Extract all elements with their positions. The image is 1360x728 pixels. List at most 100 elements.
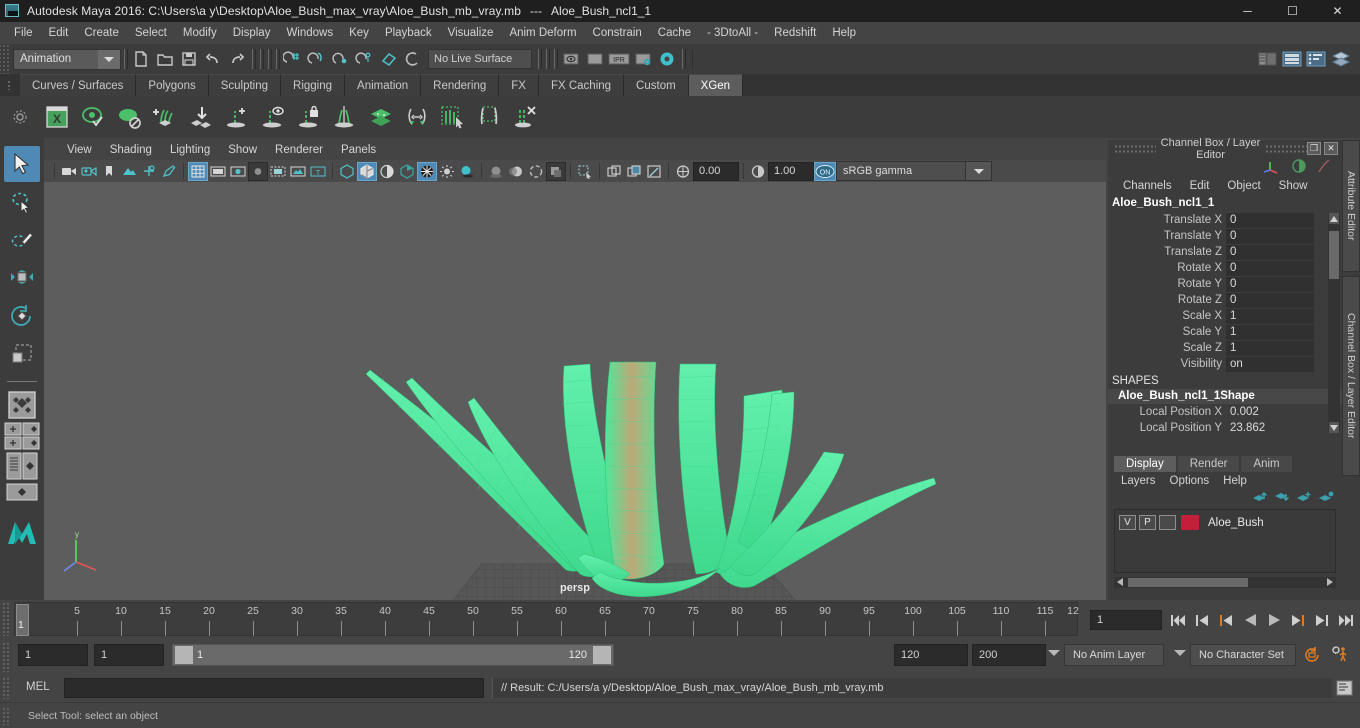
layer-shading-toggle[interactable] xyxy=(1159,515,1176,530)
channel-row-scale-x[interactable]: Scale X 1 xyxy=(1108,308,1342,324)
menu-3dtoall[interactable]: - 3DtoAll - xyxy=(699,25,766,41)
hscrollbar-thumb[interactable] xyxy=(1128,578,1248,587)
viewport-menu-panels[interactable]: Panels xyxy=(332,143,385,157)
toolbar-divider-1[interactable] xyxy=(121,48,129,70)
range-slider-grip[interactable] xyxy=(2,642,10,672)
make-live-icon[interactable] xyxy=(401,47,425,71)
xgen-preview-icon[interactable] xyxy=(76,100,110,134)
gamma-icon[interactable] xyxy=(748,162,768,181)
xgen-delete-guide-icon[interactable] xyxy=(508,100,542,134)
shelf-tab-custom[interactable]: Custom xyxy=(624,74,689,96)
layer-list-horizontal-scrollbar[interactable] xyxy=(1114,577,1336,588)
auto-keyframe-icon[interactable] xyxy=(1302,645,1322,668)
2d-pan-zoom-icon[interactable] xyxy=(139,162,159,181)
menu-playback[interactable]: Playback xyxy=(377,25,440,41)
menu-display[interactable]: Display xyxy=(225,25,279,41)
toolbar-divider-9[interactable] xyxy=(679,48,687,70)
close-panel-icon[interactable]: ✕ xyxy=(1324,142,1338,155)
channel-row-rotate-x[interactable]: Rotate X 0 xyxy=(1108,260,1342,276)
menu-select[interactable]: Select xyxy=(127,25,175,41)
save-scene-icon[interactable] xyxy=(177,47,201,71)
screen-space-ao-icon[interactable] xyxy=(486,162,506,181)
character-set-selector[interactable]: No Character Set xyxy=(1190,644,1296,666)
range-slider-right-handle[interactable] xyxy=(593,646,611,664)
attr-value[interactable]: 1 xyxy=(1226,340,1314,356)
channel-row-translate-x[interactable]: Translate X 0 xyxy=(1108,212,1342,228)
time-slider-grip[interactable] xyxy=(2,602,10,636)
layer-color-swatch[interactable] xyxy=(1181,515,1199,530)
range-end-time-field[interactable]: 120 xyxy=(894,644,968,666)
outliner-persp-layout[interactable] xyxy=(3,452,41,480)
gamma-value[interactable]: 1.00 xyxy=(768,161,814,181)
toolbar-divider-8[interactable] xyxy=(551,48,559,70)
select-tool[interactable] xyxy=(4,146,40,182)
script-editor-icon[interactable] xyxy=(1334,678,1354,698)
channels-menu[interactable]: Channels xyxy=(1116,179,1179,193)
channel-row-translate-z[interactable]: Translate Z 0 xyxy=(1108,244,1342,260)
attr-value[interactable]: 0 xyxy=(1226,260,1314,276)
xray-joints-icon[interactable] xyxy=(604,162,624,181)
toolbar-divider-2[interactable] xyxy=(249,48,257,70)
channel-row-local-position-x[interactable]: Local Position X 0.002 xyxy=(1108,404,1342,420)
viewport-menu-show[interactable]: Show xyxy=(219,143,266,157)
create-layer-from-selected-icon[interactable] xyxy=(1318,490,1334,507)
step-forward-frame-icon[interactable] xyxy=(1288,610,1308,630)
scroll-right-arrow-icon[interactable] xyxy=(1325,577,1334,590)
scroll-down-arrow-icon[interactable] xyxy=(1329,422,1339,433)
exposure-value[interactable]: 0.00 xyxy=(693,161,739,181)
anim-end-time-field[interactable]: 200 xyxy=(972,644,1046,666)
undo-icon[interactable] xyxy=(201,47,225,71)
multisample-icon[interactable] xyxy=(526,162,546,181)
help-menu[interactable]: Help xyxy=(1216,474,1254,488)
menu-cache[interactable]: Cache xyxy=(650,25,699,41)
current-frame-field[interactable]: 1 xyxy=(1090,610,1162,630)
range-slider-bar[interactable]: 1 120 xyxy=(172,644,614,666)
attr-value[interactable]: 0 xyxy=(1226,276,1314,292)
menu-create[interactable]: Create xyxy=(76,25,127,41)
layer-playback-toggle[interactable]: P xyxy=(1139,515,1156,530)
lighting-toggle-icon[interactable] xyxy=(437,162,457,181)
scroll-up-arrow-icon[interactable] xyxy=(1329,213,1339,224)
layer-row-aloe-bush[interactable]: V P Aloe_Bush xyxy=(1119,514,1331,531)
xgen-move-guide-icon[interactable] xyxy=(400,100,434,134)
attr-value[interactable]: 23.862 xyxy=(1226,420,1314,435)
grease-pencil-icon[interactable] xyxy=(159,162,179,181)
panel-grip[interactable] xyxy=(1114,143,1156,154)
channel-row-visibility[interactable]: Visibility on xyxy=(1108,356,1342,372)
create-new-layer-icon[interactable] xyxy=(1296,490,1312,507)
object-menu[interactable]: Object xyxy=(1220,179,1267,193)
view-transform-enabled-icon[interactable]: ON xyxy=(814,161,836,181)
go-to-end-icon[interactable] xyxy=(1336,610,1356,630)
snap-to-point-icon[interactable] xyxy=(329,47,353,71)
tab-channel-box-layer-editor[interactable]: Channel Box / Layer Editor xyxy=(1342,276,1360,476)
attr-value[interactable]: 1 xyxy=(1226,308,1314,324)
menu-modify[interactable]: Modify xyxy=(175,25,225,41)
maximize-button[interactable]: ☐ xyxy=(1270,0,1315,22)
channel-box-panel-icon[interactable] xyxy=(1328,47,1354,71)
ipr-render-icon[interactable]: IPR xyxy=(607,47,631,71)
viewport-canvas[interactable]: y persp xyxy=(44,182,1106,600)
xgen-clump-icon[interactable] xyxy=(472,100,506,134)
step-forward-keyframe-icon[interactable] xyxy=(1312,610,1332,630)
time-slider-track[interactable]: 1 5 10 15 20 25 30 35 40 45 50 55 60 65 … xyxy=(14,602,1079,636)
color-profile-field[interactable]: sRGB gamma xyxy=(836,161,966,181)
mel-command-input[interactable] xyxy=(64,678,484,698)
attr-value[interactable]: 0 xyxy=(1226,212,1314,228)
play-forwards-icon[interactable] xyxy=(1264,610,1284,630)
tab-attribute-editor[interactable]: Attribute Editor xyxy=(1342,140,1360,272)
anim-layer-selector[interactable]: No Anim Layer xyxy=(1064,644,1164,666)
anim-start-time-field[interactable]: 1 xyxy=(18,644,88,666)
tab-display[interactable]: Display xyxy=(1114,456,1176,472)
toolbar-divider-7[interactable] xyxy=(543,48,551,70)
menu-key[interactable]: Key xyxy=(341,25,377,41)
status-line-grip[interactable] xyxy=(0,44,9,74)
minimize-button[interactable]: ─ xyxy=(1225,0,1270,22)
tab-render[interactable]: Render xyxy=(1177,456,1240,472)
xray-active-components-icon[interactable] xyxy=(624,162,644,181)
xgen-import-icon[interactable] xyxy=(184,100,218,134)
shape-node-name[interactable]: Aloe_Bush_ncl1_1Shape xyxy=(1108,389,1342,404)
command-line-grip[interactable] xyxy=(2,677,10,699)
shelf-tab-polygons[interactable]: Polygons xyxy=(136,74,209,96)
attr-value[interactable]: 0 xyxy=(1226,228,1314,244)
view-transform-thumbnail-icon[interactable] xyxy=(644,162,664,181)
